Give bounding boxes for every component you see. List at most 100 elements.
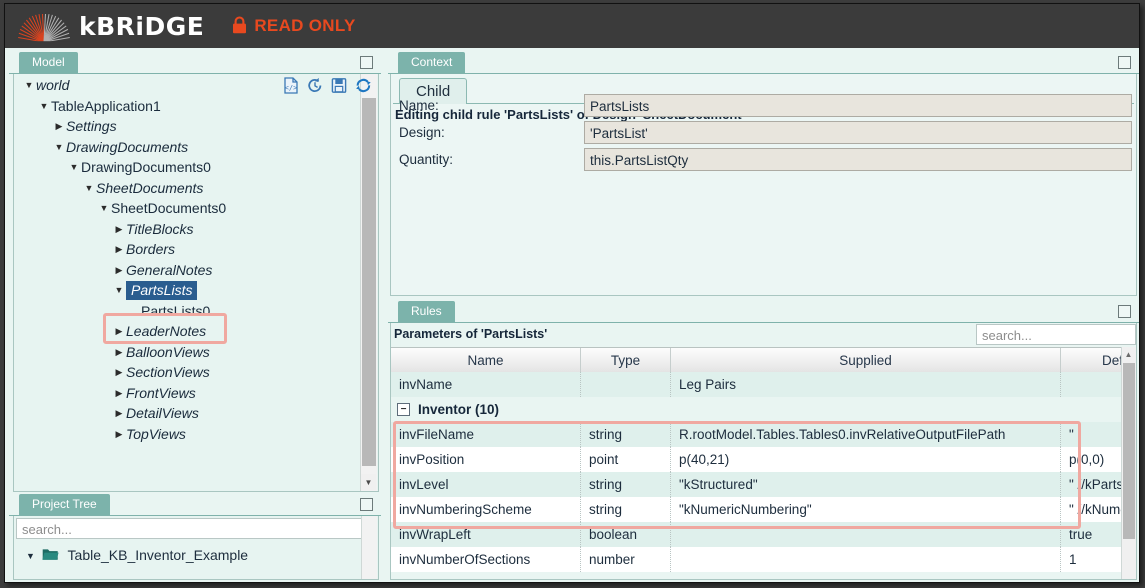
tree-node-partslists0[interactable]: PartsLists0 (14, 300, 378, 321)
grid-cell-details[interactable]: " //kParts (1061, 472, 1128, 497)
project-search-input[interactable]: search... (16, 518, 362, 539)
model-scroll-down-icon[interactable]: ▼ (361, 474, 376, 490)
model-restore-icon[interactable] (360, 56, 373, 69)
chevron-right-icon[interactable] (112, 403, 126, 424)
chevron-down-icon[interactable] (22, 75, 36, 96)
chevron-right-icon[interactable] (112, 260, 126, 281)
rules-search-input[interactable]: search... (976, 324, 1136, 345)
grid-cell-name[interactable]: invWrapLeft (391, 522, 581, 547)
tree-node-sectionviews[interactable]: SectionViews (14, 361, 378, 382)
chevron-right-icon[interactable] (112, 321, 126, 342)
save-icon[interactable] (331, 77, 347, 97)
tree-node-frontviews[interactable]: FrontViews (14, 382, 378, 403)
grid-cell-name[interactable]: invName (391, 372, 581, 397)
grid-cell-name[interactable]: invNumberingScheme (391, 497, 581, 522)
chevron-right-icon[interactable] (52, 116, 66, 137)
context-field-input[interactable]: 'PartsList' (584, 121, 1132, 144)
tree-node-drawingdocuments0[interactable]: DrawingDocuments0 (14, 156, 378, 177)
history-icon[interactable] (307, 77, 323, 97)
chevron-down-icon[interactable] (67, 157, 81, 178)
view-source-icon[interactable]: </> (283, 77, 299, 97)
context-field-input[interactable]: PartsLists (584, 94, 1132, 117)
grid-cell-supplied[interactable]: "kStructured" (671, 472, 1061, 497)
collapse-group-icon[interactable]: − (397, 403, 410, 416)
grid-cell-supplied[interactable] (671, 522, 1061, 547)
grid-cell-type[interactable]: boolean (581, 522, 671, 547)
chevron-right-icon[interactable] (112, 239, 126, 260)
grid-column-header-supplied[interactable]: Supplied (671, 348, 1061, 373)
grid-row[interactable]: invLevel string "kStructured" " //kParts (391, 472, 1136, 497)
grid-cell-details[interactable] (1061, 372, 1128, 397)
refresh-icon[interactable] (355, 77, 372, 97)
tree-node-leadernotes[interactable]: LeaderNotes (14, 320, 378, 341)
grid-cell-type[interactable]: string (581, 472, 671, 497)
tree-node-settings[interactable]: Settings (14, 115, 378, 136)
grid-cell-type[interactable] (581, 372, 671, 397)
chevron-right-icon[interactable] (112, 424, 126, 445)
grid-cell-supplied[interactable]: "kNumericNumbering" (671, 497, 1061, 522)
tree-node-drawingdocuments[interactable]: DrawingDocuments (14, 136, 378, 157)
tree-node-borders[interactable]: Borders (14, 238, 378, 259)
tree-node-tableapplication1[interactable]: TableApplication1 (14, 95, 378, 116)
tree-node-partslists[interactable]: PartsLists (14, 279, 378, 301)
tab-rules[interactable]: Rules (398, 301, 455, 322)
grid-cell-details[interactable]: " (1061, 422, 1128, 447)
grid-column-header-name[interactable]: Name (391, 348, 581, 373)
grid-cell-type[interactable]: number (581, 547, 671, 572)
grid-row[interactable]: invNumberOfSections number 1 (391, 547, 1136, 572)
grid-cell-name[interactable]: invFileName (391, 422, 581, 447)
grid-cell-supplied[interactable]: R.rootModel.Tables.Tables0.invRelativeOu… (671, 422, 1061, 447)
chevron-right-icon[interactable] (112, 383, 126, 404)
grid-row[interactable]: invPosition point p(40,21) p(0,0) (391, 447, 1136, 472)
grid-row[interactable]: invFileName string R.rootModel.Tables.Tabl… (391, 422, 1136, 447)
tree-node-detailviews[interactable]: DetailViews (14, 402, 378, 423)
grid-cell-details[interactable]: p(0,0) (1061, 447, 1128, 472)
grid-body[interactable]: invName Leg Pairs − Inventor (10) invFileNam… (391, 372, 1136, 579)
grid-scrollbar[interactable]: ▲ (1121, 347, 1136, 579)
context-restore-icon[interactable] (1118, 56, 1131, 69)
chevron-down-icon[interactable] (52, 137, 66, 158)
tab-project-tree[interactable]: Project Tree (19, 494, 110, 515)
grid-row[interactable]: invNumberingScheme string "kNumericNumberi… (391, 497, 1136, 522)
tree-node-sheetdocuments[interactable]: SheetDocuments (14, 177, 378, 198)
grid-cell-details[interactable]: 1 (1061, 547, 1128, 572)
tree-node-sheetdocuments0[interactable]: SheetDocuments0 (14, 197, 378, 218)
grid-cell-supplied[interactable]: Leg Pairs (671, 372, 1061, 397)
grid-cell-supplied[interactable]: p(40,21) (671, 447, 1061, 472)
grid-scrollbar-thumb[interactable] (1123, 363, 1135, 539)
grid-cell-name[interactable]: invLevel (391, 472, 581, 497)
project-tree[interactable]: ▼ Table_KB_Inventor_Example (14, 544, 378, 579)
chevron-down-icon[interactable] (37, 96, 51, 117)
chevron-right-icon[interactable] (112, 362, 126, 383)
grid-cell-type[interactable]: string (581, 422, 671, 447)
project-restore-icon[interactable] (360, 498, 373, 511)
grid-cell-name[interactable]: invNumberOfSections (391, 547, 581, 572)
chevron-right-icon[interactable] (112, 219, 126, 240)
tab-context[interactable]: Context (398, 52, 466, 73)
chevron-down-icon[interactable]: ▼ (24, 545, 37, 567)
chevron-down-icon[interactable] (97, 198, 111, 219)
grid-column-header-def[interactable]: Def (1061, 348, 1128, 373)
grid-scroll-up-icon[interactable]: ▲ (1122, 347, 1135, 361)
grid-row[interactable]: invName Leg Pairs (391, 372, 1136, 397)
model-tree[interactable]: world TableApplication1 Settings DrawingDoc… (14, 74, 378, 491)
grid-cell-supplied[interactable] (671, 547, 1061, 572)
grid-cell-details[interactable]: " //kNume (1061, 497, 1128, 522)
brand-logo[interactable]: kBRiDGE (15, 9, 204, 43)
tree-node-generalnotes[interactable]: GeneralNotes (14, 259, 378, 280)
context-field-input[interactable]: this.PartsListQty (584, 148, 1132, 171)
grid-cell-details[interactable]: true (1061, 522, 1128, 547)
chevron-down-icon[interactable] (112, 280, 126, 301)
tree-node-topviews[interactable]: TopViews (14, 423, 378, 444)
chevron-right-icon[interactable] (112, 342, 126, 363)
tree-node-titleblocks[interactable]: TitleBlocks (14, 218, 378, 239)
grid-cell-name[interactable]: invPosition (391, 447, 581, 472)
grid-row[interactable]: invWrapLeft boolean true (391, 522, 1136, 547)
chevron-down-icon[interactable] (82, 178, 96, 199)
project-root-item[interactable]: ▼ Table_KB_Inventor_Example (14, 544, 378, 566)
rules-restore-icon[interactable] (1118, 305, 1131, 318)
project-scrollbar[interactable] (361, 516, 377, 579)
model-scrollbar-thumb[interactable] (362, 98, 376, 466)
grid-cell-type[interactable]: point (581, 447, 671, 472)
grid-group-row[interactable]: − Inventor (10) (391, 397, 1136, 422)
